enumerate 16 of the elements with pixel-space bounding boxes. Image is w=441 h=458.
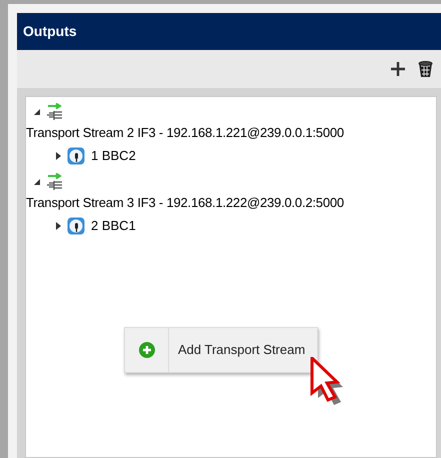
- expand-caret-icon[interactable]: [56, 152, 61, 160]
- trash-icon[interactable]: [418, 60, 433, 78]
- microphone-icon: [67, 217, 85, 235]
- microphone-icon: [67, 147, 85, 165]
- expand-caret-icon[interactable]: [56, 222, 61, 230]
- stream-icon: [45, 103, 63, 121]
- collapse-caret-icon[interactable]: [34, 109, 40, 115]
- panel-title: Outputs: [23, 22, 77, 41]
- stream-label[interactable]: Transport Stream 2 IF3 - 192.168.1.221@239.0.0.1:5000: [26, 121, 436, 145]
- add-circle-icon: [138, 342, 154, 358]
- service-label[interactable]: 1 BBC2: [91, 146, 136, 166]
- add-icon[interactable]: [390, 61, 406, 77]
- stream-icon: [45, 173, 63, 191]
- service-label[interactable]: 2 BBC1: [91, 216, 136, 236]
- stream-label[interactable]: Transport Stream 3 IF3 - 192.168.1.222@239.0.0.2:5000: [26, 191, 436, 215]
- collapse-caret-icon[interactable]: [34, 179, 40, 185]
